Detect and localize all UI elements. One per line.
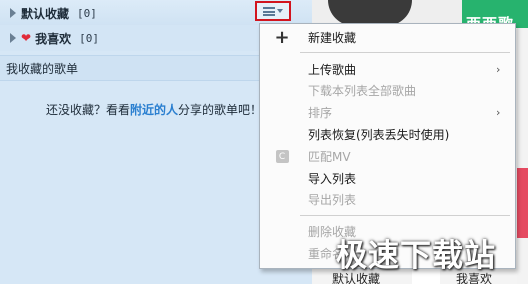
empty-message-prefix: 还没收藏？看看 [46, 103, 131, 117]
menu-item-label: 新建收藏 [308, 31, 357, 45]
chevron-down-icon [277, 9, 283, 13]
nearby-people-link[interactable]: 附近的人 [130, 103, 178, 117]
menu-item-upload-songs[interactable]: 上传歌曲 › [260, 60, 515, 79]
menu-item-label: 导入列表 [308, 172, 357, 186]
playlist-default-title: 默认收藏 [21, 6, 70, 21]
menu-item-sort[interactable]: 排序 › [260, 103, 515, 122]
menu-item-label: 匹配MV [308, 150, 351, 164]
plus-icon: + [274, 26, 290, 48]
menu-item-label: 排序 [308, 106, 333, 120]
menu-item-label: 上传歌曲 [308, 63, 357, 77]
empty-message-suffix: 分享的歌单吧！ [178, 103, 263, 117]
menu-separator [300, 215, 510, 216]
mv-icon: C [274, 149, 290, 165]
playlist-menu-button[interactable] [255, 1, 291, 21]
menu-item-import-list[interactable]: 导入列表 [260, 169, 515, 188]
expand-arrow-icon[interactable] [10, 8, 16, 18]
playlist-liked-title: 我喜欢 [35, 31, 72, 46]
list-menu-icon [263, 6, 275, 16]
menu-item-label: 下载本列表全部歌曲 [308, 84, 417, 98]
menu-item-restore-list[interactable]: 列表恢复(列表丢失时使用) [260, 125, 515, 144]
empty-message: 还没收藏？看看附近的人分享的歌单吧！ [46, 101, 262, 118]
my-collected-lists-label: 我收藏的歌单 [6, 61, 79, 76]
menu-item-download-all[interactable]: 下载本列表全部歌曲 [260, 81, 515, 100]
menu-item-match-mv[interactable]: C 匹配MV [260, 147, 515, 166]
menu-item-new-collection[interactable]: + 新建收藏 [260, 28, 515, 47]
menu-separator [300, 52, 510, 53]
expand-arrow-icon[interactable] [10, 33, 16, 43]
side-thumbnail-strip [517, 28, 528, 284]
playlist-default-count: [0] [77, 6, 97, 20]
watermark-logo: 极速下载站 [336, 238, 496, 274]
menu-item-label: 导出列表 [308, 193, 357, 207]
submenu-arrow-icon: › [496, 106, 501, 119]
submenu-arrow-icon: › [496, 63, 501, 76]
menu-item-label: 列表恢复(列表丢失时使用) [308, 128, 450, 142]
heart-icon: ❤ [21, 31, 32, 45]
menu-item-export-list[interactable]: 导出列表 [260, 190, 515, 209]
playlist-liked-count: [0] [79, 31, 99, 45]
